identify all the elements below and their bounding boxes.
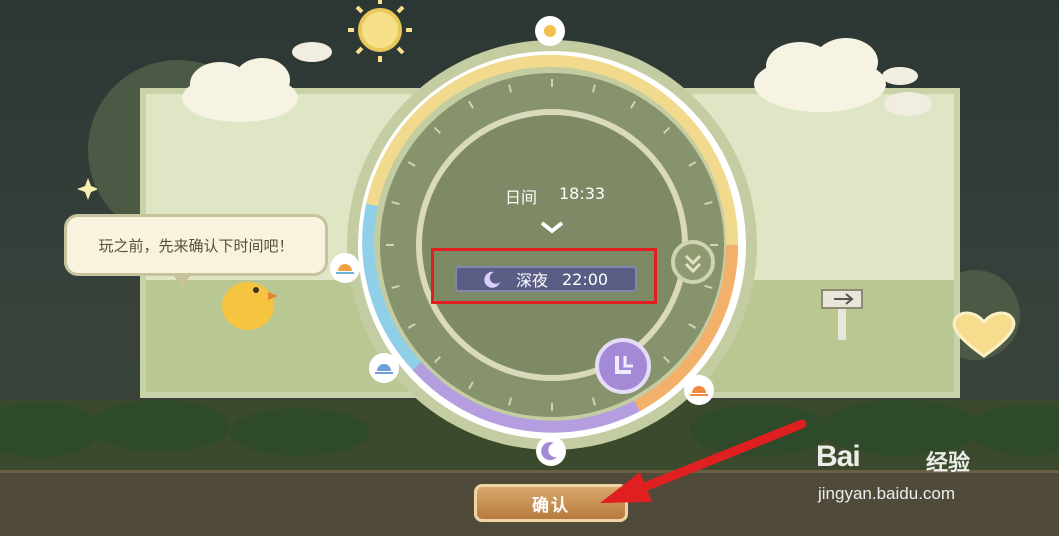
watermark: Bai 经验 jingyan.baidu.com (816, 440, 1046, 510)
watermark-brand: Bai (816, 440, 861, 473)
watermark-url: jingyan.baidu.com (818, 484, 956, 503)
watermark-suffix: 经验 (926, 451, 971, 476)
